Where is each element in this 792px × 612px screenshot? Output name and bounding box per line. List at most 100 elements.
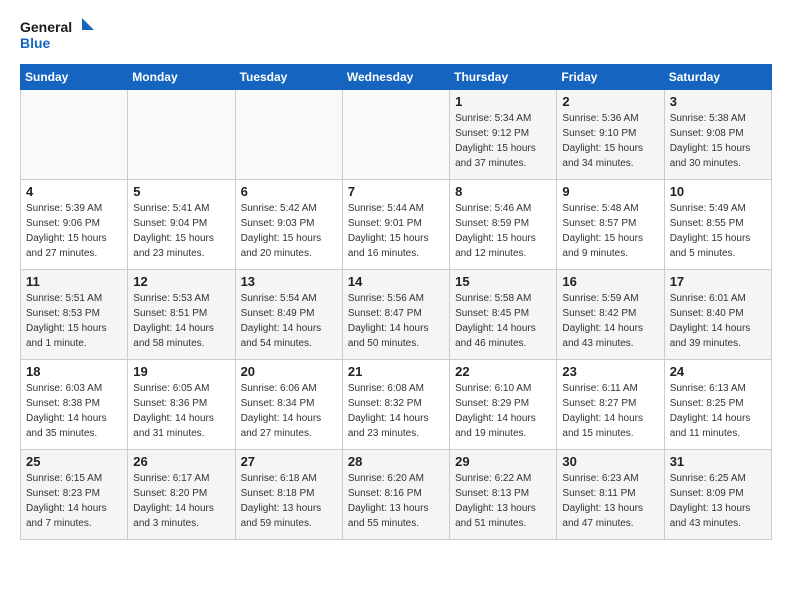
day-info: Sunrise: 5:49 AM Sunset: 8:55 PM Dayligh… — [670, 201, 766, 261]
day-number: 3 — [670, 94, 766, 109]
calendar-cell: 11 Sunrise: 5:51 AM Sunset: 8:53 PM Dayli… — [21, 270, 128, 360]
svg-text:Blue: Blue — [20, 35, 51, 51]
calendar-cell: 16 Sunrise: 5:59 AM Sunset: 8:42 PM Dayli… — [557, 270, 664, 360]
day-number: 19 — [133, 364, 229, 379]
day-number: 2 — [562, 94, 658, 109]
calendar-cell: 24Sunrise: 6:13 AM Sunset: 8:25 PM Dayli… — [664, 360, 771, 450]
weekday-header-sunday: Sunday — [21, 65, 128, 90]
day-info: Sunrise: 6:18 AM Sunset: 8:18 PM Dayligh… — [241, 471, 337, 531]
day-info: Sunrise: 5:48 AM Sunset: 8:57 PM Dayligh… — [562, 201, 658, 261]
day-number: 15 — [455, 274, 551, 289]
day-info: Sunrise: 6:10 AM Sunset: 8:29 PM Dayligh… — [455, 381, 551, 441]
weekday-header-friday: Friday — [557, 65, 664, 90]
day-info: Sunrise: 6:17 AM Sunset: 8:20 PM Dayligh… — [133, 471, 229, 531]
calendar-cell: 28Sunrise: 6:20 AM Sunset: 8:16 PM Dayli… — [342, 450, 449, 540]
calendar-cell: 23 Sunrise: 6:11 AM Sunset: 8:27 PM Dayli… — [557, 360, 664, 450]
day-info: Sunrise: 6:01 AM Sunset: 8:40 PM Dayligh… — [670, 291, 766, 351]
day-number: 23 — [562, 364, 658, 379]
day-number: 14 — [348, 274, 444, 289]
day-info: Sunrise: 6:03 AM Sunset: 8:38 PM Dayligh… — [26, 381, 122, 441]
calendar-cell: 13Sunrise: 5:54 AM Sunset: 8:49 PM Dayli… — [235, 270, 342, 360]
day-number: 31 — [670, 454, 766, 469]
calendar-week-row: 18 Sunrise: 6:03 AM Sunset: 8:38 PM Dayli… — [21, 360, 772, 450]
day-number: 9 — [562, 184, 658, 199]
day-number: 4 — [26, 184, 122, 199]
calendar-week-row: 25 Sunrise: 6:15 AM Sunset: 8:23 PM Dayli… — [21, 450, 772, 540]
day-info: Sunrise: 6:06 AM Sunset: 8:34 PM Dayligh… — [241, 381, 337, 441]
day-info: Sunrise: 5:39 AM Sunset: 9:06 PM Dayligh… — [26, 201, 122, 261]
calendar-cell: 25 Sunrise: 6:15 AM Sunset: 8:23 PM Dayli… — [21, 450, 128, 540]
day-number: 10 — [670, 184, 766, 199]
day-info: Sunrise: 5:51 AM Sunset: 8:53 PM Dayligh… — [26, 291, 122, 351]
calendar-cell — [21, 90, 128, 180]
calendar-cell: 7 Sunrise: 5:44 AM Sunset: 9:01 PM Daylig… — [342, 180, 449, 270]
weekday-header-wednesday: Wednesday — [342, 65, 449, 90]
calendar-cell: 12Sunrise: 5:53 AM Sunset: 8:51 PM Dayli… — [128, 270, 235, 360]
day-number: 24 — [670, 364, 766, 379]
weekday-header-monday: Monday — [128, 65, 235, 90]
calendar-cell: 4 Sunrise: 5:39 AM Sunset: 9:06 PM Daylig… — [21, 180, 128, 270]
day-number: 8 — [455, 184, 551, 199]
calendar-cell: 29Sunrise: 6:22 AM Sunset: 8:13 PM Dayli… — [450, 450, 557, 540]
day-number: 13 — [241, 274, 337, 289]
day-info: Sunrise: 6:20 AM Sunset: 8:16 PM Dayligh… — [348, 471, 444, 531]
calendar-cell: 8 Sunrise: 5:46 AM Sunset: 8:59 PM Daylig… — [450, 180, 557, 270]
calendar-table: SundayMondayTuesdayWednesdayThursdayFrid… — [20, 64, 772, 540]
day-info: Sunrise: 5:58 AM Sunset: 8:45 PM Dayligh… — [455, 291, 551, 351]
day-info: Sunrise: 5:44 AM Sunset: 9:01 PM Dayligh… — [348, 201, 444, 261]
page-header: General Blue — [20, 16, 772, 56]
day-info: Sunrise: 5:42 AM Sunset: 9:03 PM Dayligh… — [241, 201, 337, 261]
day-info: Sunrise: 6:22 AM Sunset: 8:13 PM Dayligh… — [455, 471, 551, 531]
calendar-cell: 31 Sunrise: 6:25 AM Sunset: 8:09 PM Dayli… — [664, 450, 771, 540]
day-info: Sunrise: 6:11 AM Sunset: 8:27 PM Dayligh… — [562, 381, 658, 441]
svg-text:General: General — [20, 19, 72, 35]
day-number: 18 — [26, 364, 122, 379]
day-number: 6 — [241, 184, 337, 199]
day-info: Sunrise: 6:05 AM Sunset: 8:36 PM Dayligh… — [133, 381, 229, 441]
logo-svg: General Blue — [20, 16, 95, 56]
calendar-cell: 19 Sunrise: 6:05 AM Sunset: 8:36 PM Dayli… — [128, 360, 235, 450]
day-number: 25 — [26, 454, 122, 469]
calendar-cell: 26 Sunrise: 6:17 AM Sunset: 8:20 PM Dayli… — [128, 450, 235, 540]
calendar-week-row: 4 Sunrise: 5:39 AM Sunset: 9:06 PM Daylig… — [21, 180, 772, 270]
day-number: 30 — [562, 454, 658, 469]
calendar-cell: 3 Sunrise: 5:38 AM Sunset: 9:08 PM Daylig… — [664, 90, 771, 180]
day-info: Sunrise: 5:38 AM Sunset: 9:08 PM Dayligh… — [670, 111, 766, 171]
calendar-cell: 21 Sunrise: 6:08 AM Sunset: 8:32 PM Dayli… — [342, 360, 449, 450]
weekday-header-thursday: Thursday — [450, 65, 557, 90]
calendar-cell: 9 Sunrise: 5:48 AM Sunset: 8:57 PM Daylig… — [557, 180, 664, 270]
day-number: 26 — [133, 454, 229, 469]
day-number: 1 — [455, 94, 551, 109]
calendar-cell — [235, 90, 342, 180]
calendar-week-row: 1Sunrise: 5:34 AM Sunset: 9:12 PM Daylig… — [21, 90, 772, 180]
calendar-cell — [342, 90, 449, 180]
calendar-cell: 17 Sunrise: 6:01 AM Sunset: 8:40 PM Dayli… — [664, 270, 771, 360]
calendar-cell: 27Sunrise: 6:18 AM Sunset: 8:18 PM Dayli… — [235, 450, 342, 540]
calendar-cell: 6 Sunrise: 5:42 AM Sunset: 9:03 PM Daylig… — [235, 180, 342, 270]
day-number: 11 — [26, 274, 122, 289]
day-number: 17 — [670, 274, 766, 289]
weekday-header-row: SundayMondayTuesdayWednesdayThursdayFrid… — [21, 65, 772, 90]
calendar-cell: 10 Sunrise: 5:49 AM Sunset: 8:55 PM Dayli… — [664, 180, 771, 270]
calendar-cell: 20 Sunrise: 6:06 AM Sunset: 8:34 PM Dayli… — [235, 360, 342, 450]
day-number: 5 — [133, 184, 229, 199]
day-number: 21 — [348, 364, 444, 379]
calendar-cell: 22Sunrise: 6:10 AM Sunset: 8:29 PM Dayli… — [450, 360, 557, 450]
day-info: Sunrise: 6:25 AM Sunset: 8:09 PM Dayligh… — [670, 471, 766, 531]
day-info: Sunrise: 5:59 AM Sunset: 8:42 PM Dayligh… — [562, 291, 658, 351]
day-info: Sunrise: 6:15 AM Sunset: 8:23 PM Dayligh… — [26, 471, 122, 531]
day-number: 7 — [348, 184, 444, 199]
day-info: Sunrise: 5:36 AM Sunset: 9:10 PM Dayligh… — [562, 111, 658, 171]
day-info: Sunrise: 5:41 AM Sunset: 9:04 PM Dayligh… — [133, 201, 229, 261]
calendar-cell: 15 Sunrise: 5:58 AM Sunset: 8:45 PM Dayli… — [450, 270, 557, 360]
day-number: 16 — [562, 274, 658, 289]
day-info: Sunrise: 6:08 AM Sunset: 8:32 PM Dayligh… — [348, 381, 444, 441]
day-info: Sunrise: 5:46 AM Sunset: 8:59 PM Dayligh… — [455, 201, 551, 261]
weekday-header-tuesday: Tuesday — [235, 65, 342, 90]
weekday-header-saturday: Saturday — [664, 65, 771, 90]
day-number: 12 — [133, 274, 229, 289]
calendar-cell: 1Sunrise: 5:34 AM Sunset: 9:12 PM Daylig… — [450, 90, 557, 180]
calendar-cell: 14Sunrise: 5:56 AM Sunset: 8:47 PM Dayli… — [342, 270, 449, 360]
calendar-cell — [128, 90, 235, 180]
day-number: 20 — [241, 364, 337, 379]
